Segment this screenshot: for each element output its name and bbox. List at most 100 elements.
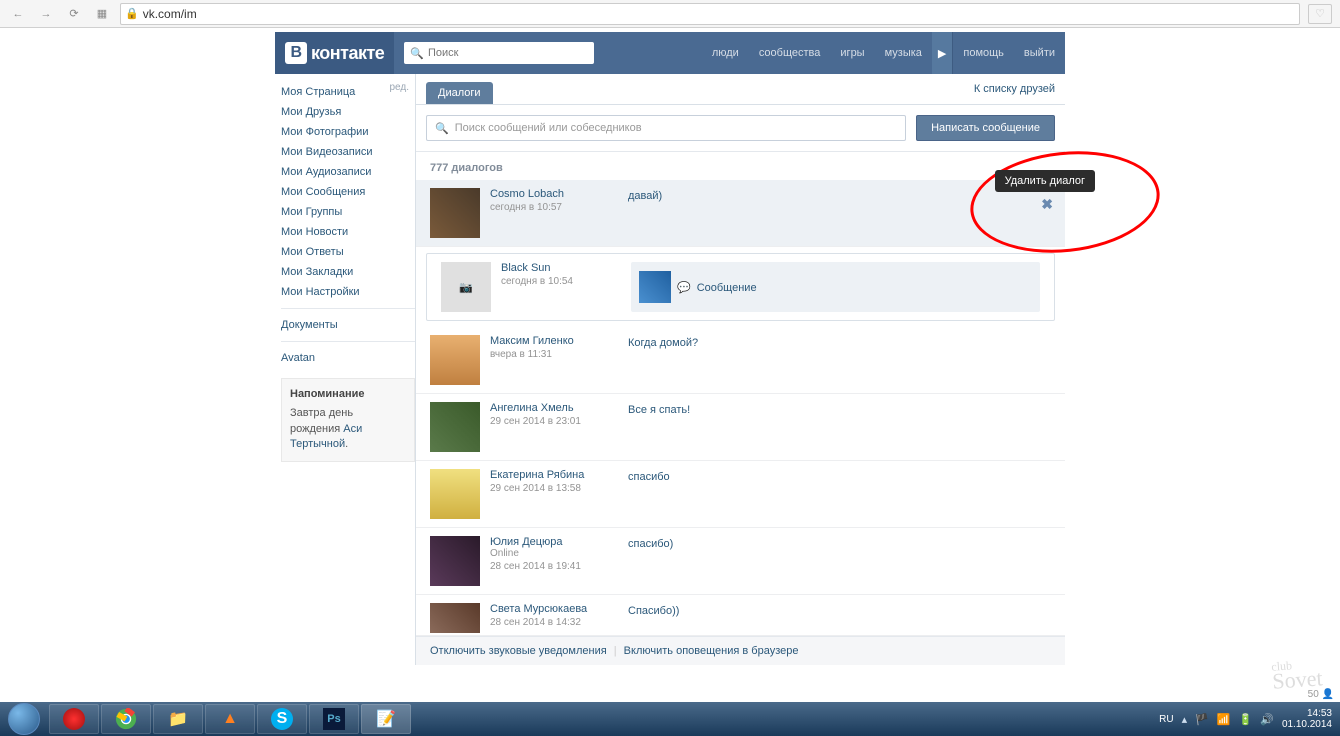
divider [281, 341, 415, 342]
nav-games[interactable]: игры [830, 32, 874, 74]
task-explorer[interactable]: 📁 [153, 704, 203, 734]
dialog-search[interactable]: 🔍 Поиск сообщений или собеседников [426, 115, 906, 141]
header-search-input[interactable] [428, 47, 588, 59]
header-nav: люди сообщества игры музыка ▶ помощь вый… [702, 32, 1065, 74]
content: Диалоги К списку друзей 🔍 Поиск сообщени… [415, 74, 1065, 665]
nav-help[interactable]: помощь [953, 32, 1014, 74]
avatar[interactable] [430, 536, 480, 586]
sidebar-groups[interactable]: Мои Группы [281, 202, 415, 222]
tab-dialogs[interactable]: Диалоги [426, 82, 493, 104]
sidebar-documents[interactable]: Документы [281, 315, 415, 335]
apps-button[interactable]: ▦ [92, 4, 112, 24]
camera-icon: 📷 [459, 281, 473, 294]
dialog-item[interactable]: Света Мурсюкаева 28 сен 2014 в 14:32 Спа… [416, 595, 1065, 636]
avatar[interactable] [430, 402, 480, 452]
task-chrome[interactable] [101, 704, 151, 734]
dialog-item[interactable]: Екатерина Рябина 29 сен 2014 в 13:58 спа… [416, 461, 1065, 528]
watermark: club Sovet [1271, 659, 1323, 690]
task-opera[interactable] [49, 704, 99, 734]
sidebar: Моя Страница ред. Мои Друзья Мои Фотогра… [275, 74, 415, 665]
watermark-bottom: Sovet [1272, 669, 1323, 690]
nav-music[interactable]: музыка [875, 32, 932, 74]
url-bar[interactable]: 🔒 vk.com/im [120, 3, 1300, 25]
enable-browser-notif-link[interactable]: Включить оповещения в браузере [624, 645, 799, 657]
sidebar-bookmarks[interactable]: Мои Закладки [281, 262, 415, 282]
avatar[interactable] [430, 335, 480, 385]
taskbar: 📁 ▲ S Ps 📝 RU ▴ 🏴 📶 🔋 🔊 14:53 01.10.2014 [0, 702, 1340, 736]
reminder-box: Напоминание Завтра день рождения Аси Тер… [281, 378, 415, 462]
forward-button[interactable]: → [36, 4, 56, 24]
dialog-message: Спасибо)) [628, 603, 679, 633]
write-message-button[interactable]: Написать сообщение [916, 115, 1055, 141]
sidebar-avatan[interactable]: Avatan [281, 348, 415, 368]
nav-logout[interactable]: выйти [1014, 32, 1065, 74]
tray-flag-icon[interactable]: 🏴 [1195, 713, 1209, 726]
friends-list-link[interactable]: К списку друзей [974, 83, 1055, 103]
tray-lang[interactable]: RU [1159, 714, 1173, 725]
dialog-online: Online [490, 548, 620, 559]
tray-network-icon[interactable]: 📶 [1217, 713, 1231, 726]
sidebar-friends[interactable]: Мои Друзья [281, 102, 415, 122]
dialog-name[interactable]: Ангелина Хмель [490, 402, 620, 414]
sidebar-answers[interactable]: Мои Ответы [281, 242, 415, 262]
start-button[interactable] [0, 702, 48, 736]
dialog-item[interactable]: Cosmo Lobach сегодня в 10:57 давай) Удал… [416, 180, 1065, 247]
chrome-icon [114, 707, 138, 731]
tray-up-icon[interactable]: ▴ [1182, 713, 1188, 726]
vk-container: Моя Страница ред. Мои Друзья Мои Фотогра… [275, 74, 1065, 665]
sidebar-audio[interactable]: Мои Аудиозаписи [281, 162, 415, 182]
delete-dialog-button[interactable]: ✖ [1041, 196, 1053, 213]
dialog-item[interactable]: Максим Гиленко вчера в 11:31 Когда домой… [416, 327, 1065, 394]
task-vlc[interactable]: ▲ [205, 704, 255, 734]
sidebar-my-page[interactable]: Моя Страница [281, 82, 355, 102]
dialog-message-box: 💬 Сообщение [631, 262, 1040, 312]
sidebar-settings[interactable]: Мои Настройки [281, 282, 415, 302]
vk-logo[interactable]: B контакте [275, 32, 394, 74]
sidebar-photos[interactable]: Мои Фотографии [281, 122, 415, 142]
dialog-name[interactable]: Юлия Децюра [490, 536, 620, 548]
tray-date: 01.10.2014 [1282, 719, 1332, 730]
dialog-time: 29 сен 2014 в 13:58 [490, 483, 620, 494]
folder-icon: 📁 [166, 707, 190, 731]
back-button[interactable]: ← [8, 4, 28, 24]
url-text: vk.com/im [143, 7, 1295, 21]
footer-row: Отключить звуковые уведомления | Включит… [416, 636, 1065, 665]
nav-people[interactable]: люди [702, 32, 749, 74]
avatar[interactable]: 📷 [441, 262, 491, 312]
nav-play-icon[interactable]: ▶ [932, 32, 952, 74]
dialog-item[interactable]: Ангелина Хмель 29 сен 2014 в 23:01 Все я… [416, 394, 1065, 461]
dialog-time: сегодня в 10:57 [490, 202, 620, 213]
avatar[interactable] [430, 469, 480, 519]
task-photoshop[interactable]: Ps [309, 704, 359, 734]
task-skype[interactable]: S [257, 704, 307, 734]
dialog-message: Когда домой? [628, 335, 698, 385]
task-notepad[interactable]: 📝 [361, 704, 411, 734]
dialog-item[interactable]: 📷 Black Sun сегодня в 10:54 💬 Сообщение [426, 253, 1055, 321]
disable-sound-link[interactable]: Отключить звуковые уведомления [430, 645, 607, 657]
dialog-name[interactable]: Света Мурсюкаева [490, 603, 620, 615]
avatar[interactable] [430, 188, 480, 238]
sidebar-videos[interactable]: Мои Видеозаписи [281, 142, 415, 162]
sidebar-edit[interactable]: ред. [389, 82, 409, 102]
dialog-message: спасибо [628, 469, 670, 519]
reload-button[interactable]: ⟳ [64, 4, 84, 24]
dialog-name[interactable]: Cosmo Lobach [490, 188, 620, 200]
dialog-name[interactable]: Максим Гиленко [490, 335, 620, 347]
sidebar-messages[interactable]: Мои Сообщения [281, 182, 415, 202]
dialog-name[interactable]: Black Sun [501, 262, 631, 274]
tray-battery-icon[interactable]: 🔋 [1239, 713, 1253, 726]
avatar[interactable] [430, 603, 480, 633]
tray-volume-icon[interactable]: 🔊 [1260, 713, 1274, 726]
reminder-dot: . [345, 438, 348, 450]
header-search[interactable]: 🔍 [404, 42, 594, 64]
sidebar-news[interactable]: Мои Новости [281, 222, 415, 242]
dialog-item[interactable]: Юлия Децюра Online 28 сен 2014 в 19:41 с… [416, 528, 1065, 595]
opera-icon [63, 708, 85, 730]
favorite-button[interactable]: ♡ [1308, 4, 1332, 24]
nav-communities[interactable]: сообщества [749, 32, 831, 74]
notepad-icon: 📝 [374, 707, 398, 731]
dialog-name[interactable]: Екатерина Рябина [490, 469, 620, 481]
separator: | [614, 645, 617, 657]
tray-clock[interactable]: 14:53 01.10.2014 [1282, 708, 1336, 730]
photoshop-icon: Ps [323, 708, 345, 730]
